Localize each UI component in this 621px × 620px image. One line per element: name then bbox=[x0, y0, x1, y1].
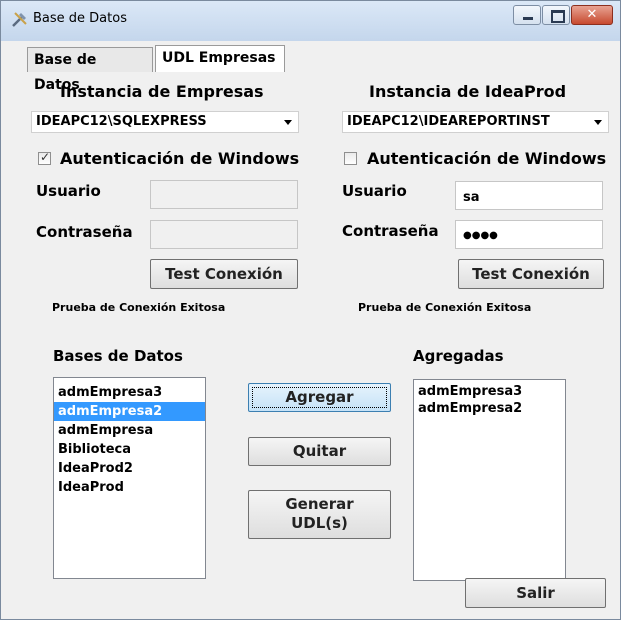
close-button[interactable]: ✕ bbox=[571, 5, 613, 25]
database-list-item[interactable]: IdeaProd bbox=[54, 478, 205, 497]
minimize-button[interactable] bbox=[513, 5, 541, 25]
empresas-status: Prueba de Conexión Exitosa bbox=[52, 301, 226, 314]
chevron-down-icon bbox=[284, 120, 292, 125]
add-button[interactable]: Agregar bbox=[248, 383, 391, 412]
tab-base-de-datos[interactable]: Base de Datos bbox=[27, 47, 153, 93]
added-label: Agregadas bbox=[413, 347, 504, 365]
empresas-auth-label: Autenticación de Windows bbox=[60, 149, 300, 168]
database-list-item[interactable]: admEmpresa2 bbox=[54, 402, 205, 421]
ideaprod-user-label: Usuario bbox=[342, 182, 407, 200]
added-list-item[interactable]: admEmpresa2 bbox=[414, 400, 565, 417]
database-list-item[interactable]: admEmpresa bbox=[54, 421, 205, 440]
added-list-item[interactable]: admEmpresa3 bbox=[414, 383, 565, 400]
ideaprod-auth-label: Autenticación de Windows bbox=[367, 149, 607, 168]
ideaprod-password-label: Contraseña bbox=[342, 222, 439, 240]
ideaprod-test-connection-button[interactable]: Test Conexión bbox=[458, 259, 604, 289]
title-bar[interactable]: Base de Datos ✕ bbox=[1, 1, 620, 41]
tab-udl-empresas[interactable]: UDL Empresas bbox=[155, 45, 285, 72]
generate-udl-line2: UDL(s) bbox=[291, 514, 348, 532]
databases-listbox[interactable]: admEmpresa3 admEmpresa2 admEmpresa Bibliote… bbox=[53, 377, 206, 579]
exit-button[interactable]: Salir bbox=[465, 578, 606, 608]
empresas-user-field[interactable] bbox=[150, 180, 298, 209]
generate-udl-line1: Generar bbox=[285, 495, 354, 513]
empresas-header: Instancia de Empresas bbox=[60, 82, 264, 101]
ideaprod-header: Instancia de IdeaProd bbox=[369, 82, 567, 101]
empresas-password-label: Contraseña bbox=[36, 223, 133, 241]
ideaprod-password-field[interactable]: ●●●● bbox=[455, 220, 603, 249]
maximize-button[interactable] bbox=[542, 5, 570, 25]
remove-button[interactable]: Quitar bbox=[248, 437, 391, 466]
close-icon: ✕ bbox=[586, 7, 598, 22]
window-title: Base de Datos bbox=[33, 11, 127, 26]
empresas-auth-checkbox[interactable] bbox=[38, 150, 51, 165]
empresas-user-label: Usuario bbox=[36, 182, 101, 200]
databases-label: Bases de Datos bbox=[53, 347, 183, 365]
ideaprod-status: Prueba de Conexión Exitosa bbox=[358, 301, 532, 314]
chevron-down-icon bbox=[594, 120, 602, 125]
ideaprod-instance-select[interactable]: IDEAPC12\IDEAREPORTINST bbox=[342, 111, 609, 133]
generate-udl-button[interactable]: Generar UDL(s) bbox=[248, 490, 391, 539]
ideaprod-instance-value: IDEAPC12\IDEAREPORTINST bbox=[347, 114, 550, 129]
database-list-item[interactable]: Biblioteca bbox=[54, 440, 205, 459]
empresas-test-connection-button[interactable]: Test Conexión bbox=[150, 259, 298, 289]
added-listbox[interactable]: admEmpresa3 admEmpresa2 bbox=[413, 379, 566, 581]
tools-icon bbox=[12, 12, 27, 27]
ideaprod-user-field[interactable]: sa bbox=[455, 181, 603, 210]
empresas-instance-value: IDEAPC12\SQLEXPRESS bbox=[36, 114, 207, 129]
database-list-item[interactable]: admEmpresa3 bbox=[54, 383, 205, 402]
empresas-instance-select[interactable]: IDEAPC12\SQLEXPRESS bbox=[31, 111, 299, 133]
database-list-item[interactable]: IdeaProd2 bbox=[54, 459, 205, 478]
ideaprod-auth-checkbox[interactable] bbox=[344, 152, 357, 165]
empresas-password-field[interactable] bbox=[150, 220, 298, 249]
